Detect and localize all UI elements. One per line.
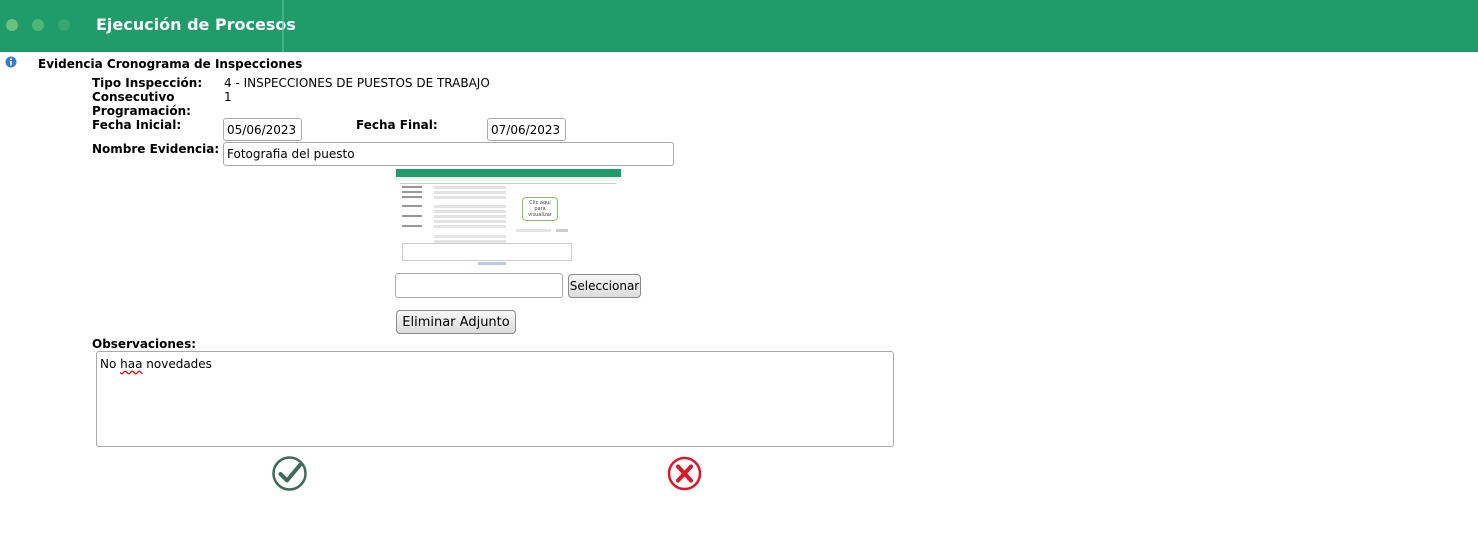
tipo-inspeccion-label: Tipo Inspección: bbox=[92, 76, 203, 90]
thumb-click-box: Clic aquí para visualizar bbox=[522, 197, 558, 221]
observaciones-text-rest: novedades bbox=[142, 357, 212, 371]
nombre-evidencia-label: Nombre Evidencia: bbox=[92, 142, 220, 156]
programacion-label: Programación: bbox=[92, 104, 191, 118]
thumb-header bbox=[396, 169, 621, 177]
fecha-final-label: Fecha Final: bbox=[356, 118, 438, 132]
thumb-textarea bbox=[402, 243, 572, 261]
thumb-tabs bbox=[396, 177, 621, 181]
consecutivo-value: 1 bbox=[224, 90, 232, 104]
thumb-label bbox=[402, 215, 422, 217]
fecha-final-input[interactable] bbox=[487, 118, 566, 141]
header-title: Ejecución de Procesos bbox=[96, 15, 296, 34]
tipo-inspeccion-value: 4 - INSPECCIONES DE PUESTOS DE TRABAJO bbox=[224, 76, 490, 90]
thumb-field bbox=[434, 186, 506, 189]
thumb-field bbox=[434, 196, 506, 199]
fecha-inicial-label: Fecha Inicial: bbox=[92, 118, 182, 132]
thumb-label bbox=[402, 186, 422, 188]
thumb-field bbox=[434, 205, 506, 208]
consecutivo-label: Consecutivo bbox=[92, 90, 175, 104]
info-icon bbox=[5, 56, 17, 68]
thumb-field bbox=[434, 215, 506, 218]
dot-3 bbox=[58, 19, 70, 31]
thumb-button bbox=[556, 229, 568, 232]
header-divider bbox=[282, 0, 284, 52]
thumb-field bbox=[434, 235, 506, 238]
dot-1 bbox=[6, 19, 18, 31]
dot-2 bbox=[32, 19, 44, 31]
thumb-label bbox=[402, 196, 422, 198]
check-circle-icon[interactable] bbox=[271, 455, 308, 492]
nombre-evidencia-input[interactable] bbox=[223, 142, 674, 166]
misspelled-word: haa bbox=[120, 357, 143, 371]
thumb-label bbox=[402, 191, 422, 193]
thumb-field bbox=[516, 229, 551, 232]
app-header: Ejecución de Procesos bbox=[0, 0, 1478, 52]
observaciones-label: Observaciones: bbox=[92, 337, 197, 351]
thumb-label bbox=[402, 225, 422, 227]
attachment-thumbnail[interactable]: Clic aquí para visualizar bbox=[396, 169, 621, 268]
thumb-caption: visualizar bbox=[528, 212, 552, 218]
observaciones-textarea[interactable]: No haa novedades bbox=[96, 351, 894, 447]
x-circle-icon[interactable] bbox=[667, 456, 702, 491]
select-file-button[interactable]: Seleccionar bbox=[568, 274, 641, 298]
section-title: Evidencia Cronograma de Inspecciones bbox=[38, 57, 303, 71]
fecha-inicial-input[interactable] bbox=[223, 118, 302, 141]
observaciones-text: No bbox=[100, 357, 121, 371]
thumb-rule bbox=[400, 183, 616, 184]
thumb-field bbox=[434, 225, 506, 228]
thumb-actions bbox=[478, 262, 506, 265]
thumb-field bbox=[434, 210, 506, 213]
file-path-input[interactable] bbox=[395, 273, 563, 298]
thumb-field bbox=[434, 191, 506, 194]
thumb-field bbox=[434, 220, 506, 223]
window-dots bbox=[6, 19, 70, 31]
delete-attachment-button[interactable]: Eliminar Adjunto bbox=[396, 310, 516, 334]
thumb-label bbox=[402, 205, 422, 207]
